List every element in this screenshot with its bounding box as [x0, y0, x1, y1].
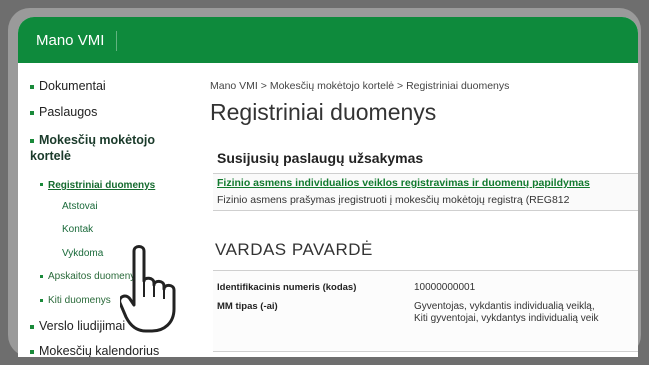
sidebar-item-kiti-duomenys[interactable]: Kiti duomenys: [40, 295, 111, 306]
sidebar-item-mokesciu-kalendorius[interactable]: Mokesčių kalendorius: [30, 344, 159, 357]
bullet-icon: [40, 274, 43, 278]
sidebar-item-atstovai[interactable]: Atstovai: [62, 201, 98, 212]
browser-window: Mano VMI Dokumentai Paslaugos Mokesčių m…: [18, 17, 638, 357]
mm-type-value-1: Gyventojas, vykdantis individualią veikl…: [414, 301, 595, 312]
service-description: Fizinio asmens prašymas įregistruoti į m…: [217, 194, 570, 206]
service-link[interactable]: Fizinio asmens individualios veiklos reg…: [217, 177, 590, 189]
sidebar-item-verslo-liudijimai[interactable]: Verslo liudijimai: [30, 319, 125, 333]
bullet-icon: [30, 84, 34, 89]
sidebar-item-label: Atstovai: [62, 201, 98, 212]
bullet-icon: [30, 349, 34, 354]
sidebar-item-label: Vykdoma: [62, 248, 104, 259]
sidebar-item-registriniai-duomenys[interactable]: Registriniai duomenys: [40, 177, 155, 191]
sidebar-item-paslaugos[interactable]: Paslaugos: [30, 105, 97, 119]
sidebar-item-label: Paslaugos: [39, 105, 98, 119]
sidebar-item-label: Kiti duomenys: [48, 295, 111, 306]
bullet-icon: [40, 183, 43, 187]
bullet-icon: [40, 298, 43, 302]
sidebar: Dokumentai Paslaugos Mokesčių mokėtojo k…: [18, 63, 203, 357]
sidebar-item-label: Mokesčių mokėtojo kortelė: [30, 133, 155, 163]
sidebar-item-label: Verslo liudijimai: [39, 319, 126, 333]
background: [0, 0, 649, 6]
registry-details: Identifikacinis numeris (kodas) 10000000…: [213, 270, 638, 352]
page-title: Registriniai duomenys: [210, 99, 437, 125]
bullet-icon: [30, 138, 34, 143]
id-label: Identifikacinis numeris (kodas): [217, 282, 357, 293]
id-value: 10000000001: [414, 282, 476, 293]
section-title: Susijusių paslaugų užsakymas: [217, 150, 424, 166]
sidebar-item-vykdoma[interactable]: Vykdoma: [62, 248, 103, 259]
sidebar-item-label: Kontak: [62, 224, 94, 235]
breadcrumb: Mano VMI > Mokesčių mokėtojo kortelė > R…: [210, 80, 510, 92]
person-name: VARDAS PAVARDĖ: [215, 240, 373, 259]
top-navigation-bar: Mano VMI: [18, 17, 638, 63]
sidebar-item-kontaktai[interactable]: Kontak: [62, 224, 93, 235]
bullet-icon: [30, 110, 34, 115]
main-content: Mano VMI > Mokesčių mokėtojo kortelė > R…: [203, 63, 638, 357]
sidebar-item-label: Mokesčių kalendorius: [39, 344, 160, 357]
brand-link[interactable]: Mano VMI: [36, 31, 118, 51]
bullet-icon: [30, 324, 34, 329]
mm-type-label: MM tipas (-ai): [217, 301, 278, 312]
mm-type-value-2: Kiti gyventojai, vykdantys individualią …: [414, 313, 599, 324]
service-box: Fizinio asmens individualios veiklos reg…: [213, 173, 638, 211]
hand-pointer-icon: [120, 245, 176, 333]
sidebar-item-dokumentai[interactable]: Dokumentai: [30, 79, 106, 93]
sidebar-item-label: Registriniai duomenys: [48, 180, 156, 191]
sidebar-item-mokesciu-kortele[interactable]: Mokesčių mokėtojo kortelė: [30, 132, 190, 164]
sidebar-item-label: Dokumentai: [39, 79, 106, 93]
